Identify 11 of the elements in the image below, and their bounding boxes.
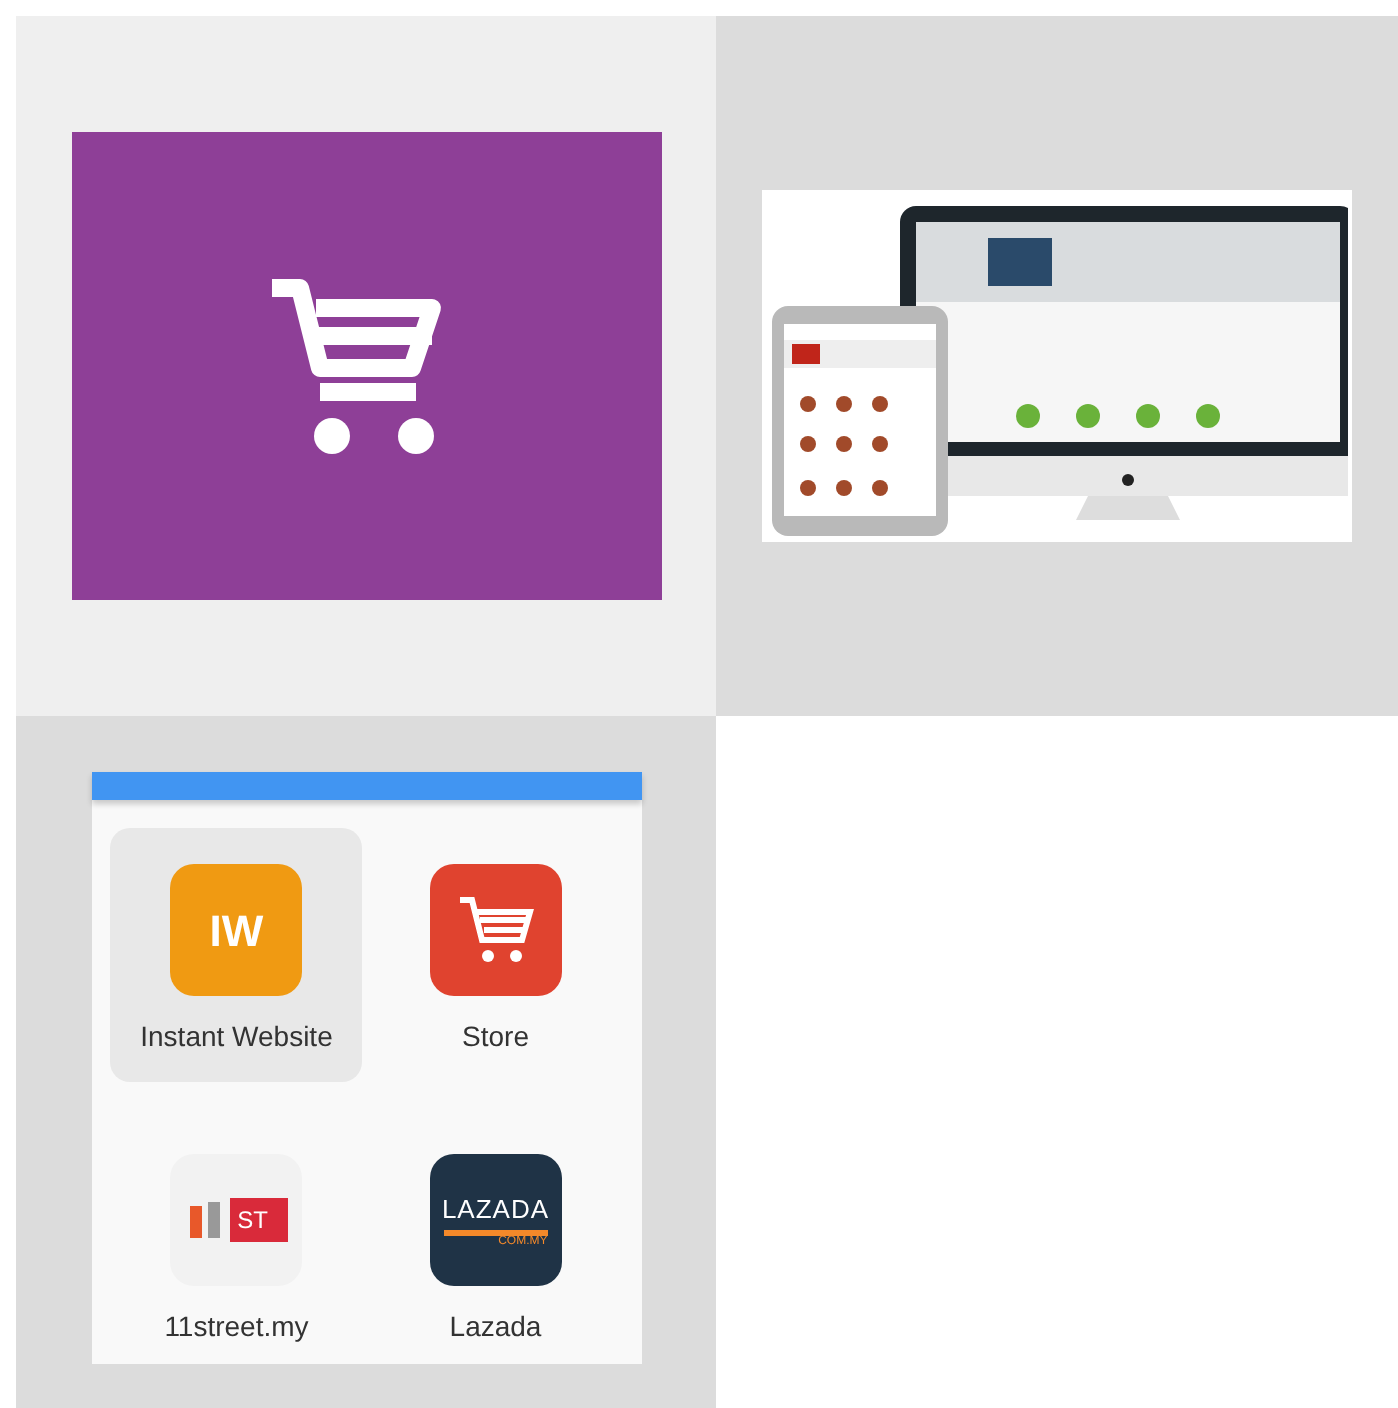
app-label: Instant Website xyxy=(140,1018,333,1056)
cart-icon xyxy=(429,864,562,996)
app-label: 11street.my xyxy=(164,1308,309,1346)
logo-text: ST xyxy=(229,1198,288,1242)
app-label: Lazada xyxy=(449,1308,542,1346)
app-tile[interactable]: Store xyxy=(369,828,622,1082)
app-tile[interactable]: ST 11street.my xyxy=(110,1118,363,1372)
logo-text: IW xyxy=(209,903,264,959)
app-label: Store xyxy=(462,1018,529,1056)
app-tile[interactable]: IW Instant Website xyxy=(110,828,363,1082)
logo-text: LAZADA xyxy=(441,1192,550,1229)
